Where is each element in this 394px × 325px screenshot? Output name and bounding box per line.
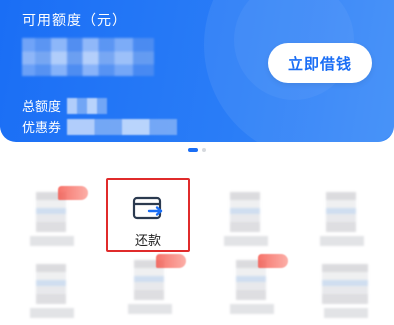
shortcut-item-blurred[interactable] <box>312 186 372 246</box>
blurred-label <box>128 304 172 314</box>
blurred-label <box>30 236 74 246</box>
promo-badge-blurred <box>156 254 186 268</box>
promo-badge-blurred <box>58 186 88 200</box>
coupon-row[interactable]: 优惠券 <box>22 117 178 136</box>
blurred-icon <box>322 264 368 304</box>
blurred-label <box>224 236 268 246</box>
shortcut-item-blurred[interactable] <box>22 258 82 318</box>
repay-shortcut[interactable]: 还款 <box>106 178 190 252</box>
carousel-indicator <box>0 148 394 152</box>
coupon-label: 优惠券 <box>22 121 62 136</box>
total-limit-value-blurred <box>67 97 108 114</box>
blurred-label <box>30 308 74 318</box>
total-limit-label: 总额度 <box>22 100 62 115</box>
coupon-value-blurred <box>67 118 178 135</box>
credit-limit-card[interactable]: 可用额度（元） 立即借钱 总额度 优惠券 <box>0 0 394 142</box>
carousel-dot-active <box>188 148 198 152</box>
available-amount-blurred <box>22 38 154 76</box>
card-repay-icon <box>132 196 163 220</box>
shortcut-item-blurred[interactable] <box>22 186 88 246</box>
carousel-dot <box>202 148 206 152</box>
blurred-icon <box>230 192 260 232</box>
promo-badge-blurred <box>258 254 288 268</box>
borrow-now-button[interactable]: 立即借钱 <box>268 43 372 83</box>
blurred-icon <box>326 192 356 232</box>
available-limit-title: 可用额度（元） <box>22 13 127 29</box>
blurred-icon <box>36 264 66 304</box>
blurred-label <box>230 304 274 314</box>
shortcut-item-blurred[interactable] <box>316 258 376 318</box>
repay-label: 还款 <box>134 234 161 249</box>
shortcut-item-blurred[interactable] <box>216 186 276 246</box>
blurred-label <box>320 236 364 246</box>
blurred-label <box>324 308 368 318</box>
shortcut-item-blurred[interactable] <box>120 254 186 314</box>
total-limit-row: 总额度 <box>22 96 108 115</box>
shortcut-item-blurred[interactable] <box>222 254 288 314</box>
